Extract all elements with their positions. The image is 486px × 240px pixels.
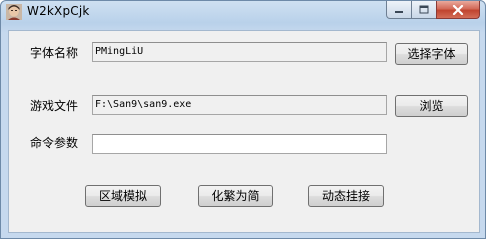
app-window: W2kXpCjk 字体名称 PMingLiU 选择字体 游戏文件 F:\San9… bbox=[0, 0, 486, 239]
game-file-label: 游戏文件 bbox=[30, 99, 79, 113]
font-name-label: 字体名称 bbox=[30, 46, 79, 60]
client-area: 字体名称 PMingLiU 选择字体 游戏文件 F:\San9\san9.exe… bbox=[8, 30, 480, 233]
region-sim-button[interactable]: 区域模拟 bbox=[85, 185, 161, 207]
trad-to-simp-button[interactable]: 化繁为简 bbox=[198, 185, 273, 207]
font-name-field[interactable]: PMingLiU bbox=[92, 42, 387, 62]
app-avatar-icon bbox=[6, 4, 22, 20]
close-icon bbox=[452, 4, 464, 15]
browse-button[interactable]: 浏览 bbox=[395, 95, 468, 117]
select-font-button[interactable]: 选择字体 bbox=[395, 43, 468, 65]
maximize-button[interactable] bbox=[411, 1, 437, 19]
game-file-field[interactable]: F:\San9\san9.exe bbox=[92, 95, 387, 115]
params-label: 命令参数 bbox=[30, 136, 79, 150]
params-input[interactable] bbox=[92, 134, 387, 154]
minimize-button[interactable] bbox=[386, 1, 412, 19]
minimize-icon bbox=[395, 10, 403, 13]
title-bar[interactable]: W2kXpCjk bbox=[1, 1, 485, 23]
dynamic-hook-button[interactable]: 动态挂接 bbox=[308, 185, 384, 207]
window-title: W2kXpCjk bbox=[27, 4, 90, 18]
close-button[interactable] bbox=[436, 1, 480, 19]
maximize-icon bbox=[419, 5, 429, 14]
